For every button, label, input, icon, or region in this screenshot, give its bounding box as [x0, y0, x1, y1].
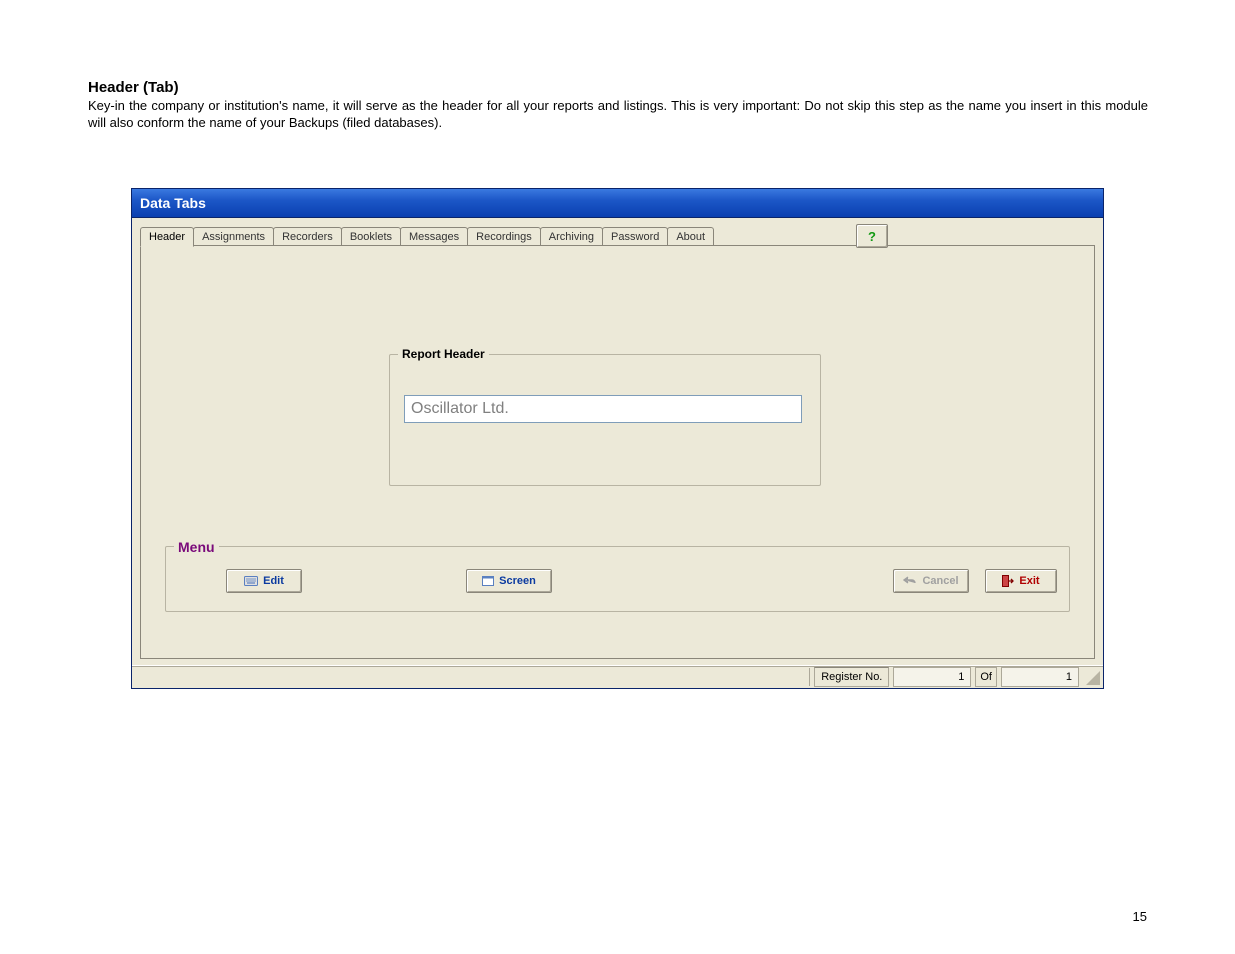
- menu-legend: Menu: [174, 539, 219, 555]
- cancel-button: Cancel: [893, 569, 969, 593]
- titlebar[interactable]: Data Tabs: [132, 189, 1103, 218]
- cancel-button-label: Cancel: [922, 575, 958, 587]
- resize-grip-icon[interactable]: [1083, 668, 1101, 686]
- edit-button[interactable]: Edit: [226, 569, 302, 593]
- status-register-label: Register No.: [814, 667, 889, 687]
- status-register-current: 1: [893, 667, 971, 687]
- section-heading: Header (Tab): [88, 79, 179, 96]
- exit-button-label: Exit: [1019, 575, 1039, 587]
- tab-password[interactable]: Password: [602, 227, 668, 246]
- tab-archiving[interactable]: Archiving: [540, 227, 603, 246]
- screen-button[interactable]: Screen: [466, 569, 552, 593]
- report-header-legend: Report Header: [398, 347, 489, 361]
- tab-recordings[interactable]: Recordings: [467, 227, 541, 246]
- undo-icon: [903, 576, 917, 586]
- status-bar: Register No. 1 Of 1: [132, 665, 1103, 688]
- tab-about[interactable]: About: [667, 227, 714, 246]
- dialog-window: Data Tabs Header Assignments Recorders B…: [131, 188, 1104, 689]
- tab-recorders[interactable]: Recorders: [273, 227, 342, 246]
- groupbox-report-header: Report Header: [389, 354, 821, 486]
- status-register-total: 1: [1001, 667, 1079, 687]
- tab-messages[interactable]: Messages: [400, 227, 468, 246]
- tab-strip: Header Assignments Recorders Booklets Me…: [140, 224, 1095, 246]
- keyboard-icon: [244, 576, 258, 586]
- screen-button-label: Screen: [499, 575, 536, 587]
- tab-panel-header: Report Header Menu: [140, 245, 1095, 659]
- section-paragraph: Key-in the company or institution's name…: [88, 98, 1148, 132]
- report-header-input[interactable]: [404, 395, 802, 423]
- edit-button-label: Edit: [263, 575, 284, 587]
- tab-header[interactable]: Header: [140, 227, 194, 247]
- window-icon: [482, 576, 494, 586]
- tab-assignments[interactable]: Assignments: [193, 227, 274, 246]
- tab-booklets[interactable]: Booklets: [341, 227, 401, 246]
- status-of-label: Of: [975, 667, 997, 687]
- help-icon: ?: [868, 229, 876, 244]
- status-spacer: [134, 668, 810, 686]
- help-button[interactable]: ?: [856, 224, 888, 248]
- page-number: 15: [1133, 909, 1147, 924]
- groupbox-menu: Menu Edit: [165, 546, 1070, 612]
- exit-button[interactable]: Exit: [985, 569, 1057, 593]
- window-title: Data Tabs: [140, 195, 206, 211]
- door-exit-icon: [1002, 575, 1014, 587]
